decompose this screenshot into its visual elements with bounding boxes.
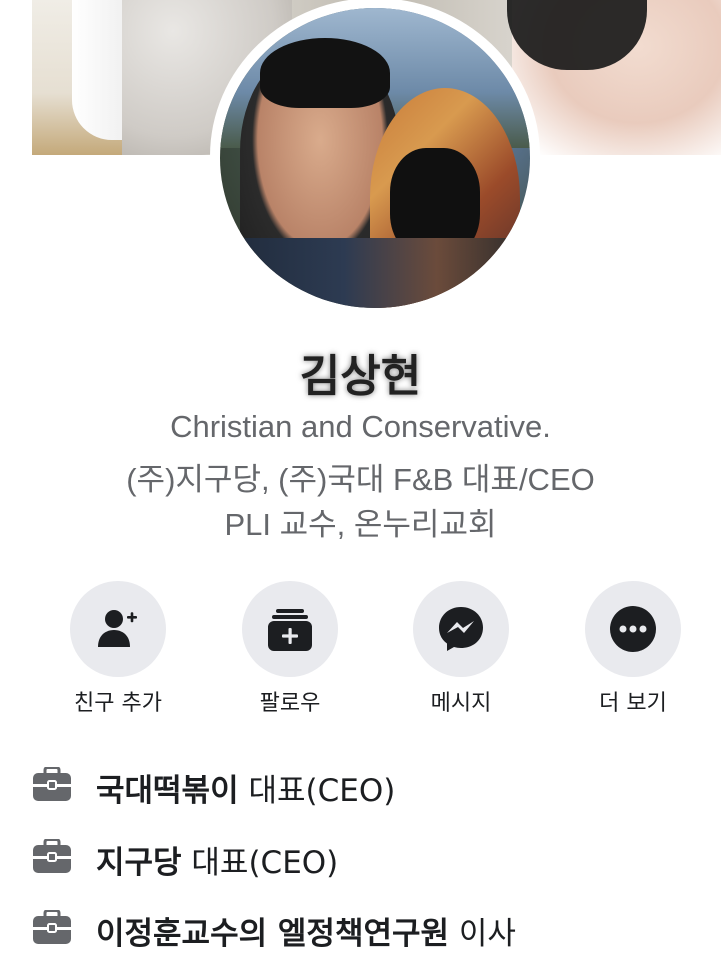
add-friend-button-circle[interactable] <box>70 581 166 677</box>
add-friend-button[interactable]: 친구 추가 <box>48 581 188 721</box>
bio-line: PLI 교수, 온누리교회 <box>224 507 497 542</box>
messenger-icon <box>439 607 483 651</box>
follow-label: 팔로우 <box>259 691 321 716</box>
work-role: 이사 <box>449 916 516 952</box>
briefcase-icon <box>33 910 71 944</box>
more-button-circle[interactable] <box>585 581 681 677</box>
work-company[interactable]: 지구당 <box>96 845 182 881</box>
follow-button[interactable]: 팔로우 <box>220 581 360 721</box>
bio-line: (주)지구당, (주)국대 F&B 대표/CEO <box>126 462 595 497</box>
follow-icon <box>268 609 312 651</box>
work-item[interactable]: 지구당 대표(CEO) <box>32 837 712 881</box>
profile-actions: 친구 추가 팔로우 메시지 더 보기 <box>0 581 721 721</box>
add-friend-label: 친구 추가 <box>74 691 162 716</box>
more-icon <box>610 606 656 652</box>
work-role: 대표(CEO) <box>238 773 396 809</box>
add-friend-icon <box>98 610 137 647</box>
work-company[interactable]: 이정훈교수의 엘정책연구원 <box>96 916 449 952</box>
briefcase-icon <box>33 839 71 873</box>
more-button[interactable]: 더 보기 <box>563 581 703 721</box>
message-button[interactable]: 메시지 <box>391 581 531 721</box>
profile-name: 김상현 <box>299 351 422 402</box>
message-button-circle[interactable] <box>413 581 509 677</box>
more-label: 더 보기 <box>599 691 667 716</box>
follow-button-circle[interactable] <box>242 581 338 677</box>
work-item[interactable]: 국대떡볶이 대표(CEO) <box>32 765 712 809</box>
avatar-region <box>260 38 390 108</box>
briefcase-icon <box>33 767 71 801</box>
message-label: 메시지 <box>430 691 492 716</box>
work-company[interactable]: 국대떡볶이 <box>96 773 239 809</box>
avatar[interactable] <box>220 8 530 308</box>
avatar-region <box>220 238 530 308</box>
work-item[interactable]: 이정훈교수의 엘정책연구원 이사 <box>32 908 712 952</box>
bio-line: Christian and Conservative. <box>170 409 551 444</box>
work-role: 대표(CEO) <box>181 845 339 881</box>
